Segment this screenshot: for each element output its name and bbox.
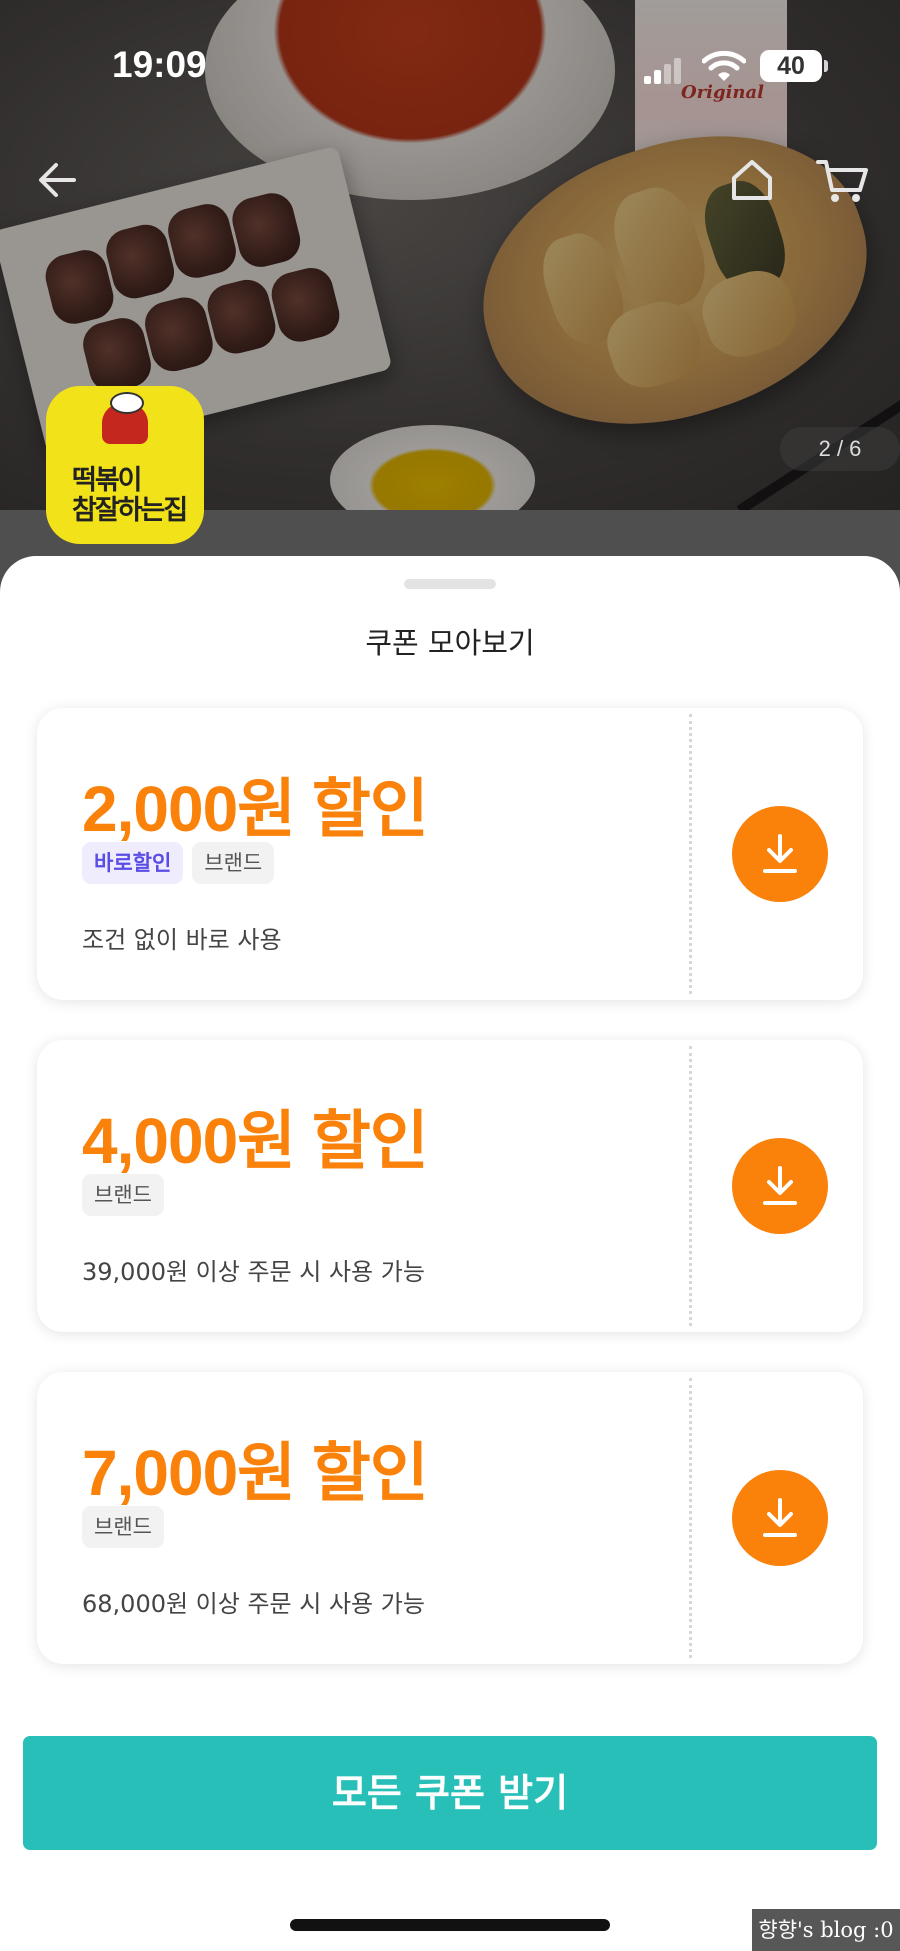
home-indicator[interactable] <box>290 1919 610 1931</box>
arrow-left-icon <box>39 163 76 197</box>
coupon-tag: 브랜드 <box>192 842 275 884</box>
download-icon <box>763 834 797 873</box>
coupon-card: 4,000원 할인 브랜드 39,000원 이상 주문 시 사용 가능 <box>37 1040 863 1332</box>
signal-icon <box>644 56 684 84</box>
download-icon <box>763 1166 797 1205</box>
coupon-condition: 68,000원 이상 주문 시 사용 가능 <box>82 1590 425 1618</box>
logo-line-2: 참잘하는집 <box>72 495 188 526</box>
coupon-tags: 바로할인 브랜드 <box>82 842 275 884</box>
get-all-coupons-button[interactable]: 모든 쿠폰 받기 <box>23 1736 877 1850</box>
coupon-tag: 바로할인 <box>82 842 184 884</box>
image-counter: 2 / 6 <box>780 427 900 471</box>
status-time: 19:09 <box>112 44 207 85</box>
store-logo: 떡볶이 참잘하는집 <box>46 386 204 544</box>
chef-mascot <box>102 392 148 444</box>
coupon-amount: 4,000원 할인 <box>82 1105 429 1177</box>
coupon-tags: 브랜드 <box>82 1174 164 1216</box>
coupon-tag: 브랜드 <box>82 1174 164 1216</box>
battery-indicator: 40 <box>760 50 822 82</box>
home-button[interactable] <box>722 150 782 210</box>
coupon-condition: 39,000원 이상 주문 시 사용 가능 <box>82 1258 425 1286</box>
perforation-line <box>689 1046 692 1326</box>
home-icon <box>732 160 772 200</box>
back-button[interactable] <box>28 150 88 210</box>
sheet-grabber[interactable] <box>404 579 496 589</box>
perforation-line <box>689 714 692 994</box>
coupon-download-button[interactable] <box>732 1138 828 1234</box>
perforation-line <box>689 1378 692 1658</box>
coupon-bottom-sheet: 쿠폰 모아보기 2,000원 할인 바로할인 브랜드 조건 없이 바로 사용 4… <box>0 556 900 1951</box>
coupon-download-button[interactable] <box>732 806 828 902</box>
coupon-tag: 브랜드 <box>82 1506 164 1548</box>
wifi-icon <box>702 50 746 81</box>
coupon-card: 7,000원 할인 브랜드 68,000원 이상 주문 시 사용 가능 <box>37 1372 863 1664</box>
sheet-title: 쿠폰 모아보기 <box>365 626 535 660</box>
coupon-amount: 2,000원 할인 <box>82 773 429 845</box>
coupon-card: 2,000원 할인 바로할인 브랜드 조건 없이 바로 사용 <box>37 708 863 1000</box>
download-icon <box>763 1498 797 1537</box>
battery-tip <box>824 60 828 72</box>
coupon-amount: 7,000원 할인 <box>82 1437 429 1509</box>
coupon-download-button[interactable] <box>732 1470 828 1566</box>
coupon-tags: 브랜드 <box>82 1506 164 1548</box>
coupon-condition: 조건 없이 바로 사용 <box>82 926 282 954</box>
cart-icon <box>816 160 868 202</box>
cart-button[interactable] <box>812 150 872 210</box>
blog-watermark: 향향's blog :0 <box>752 1909 900 1951</box>
